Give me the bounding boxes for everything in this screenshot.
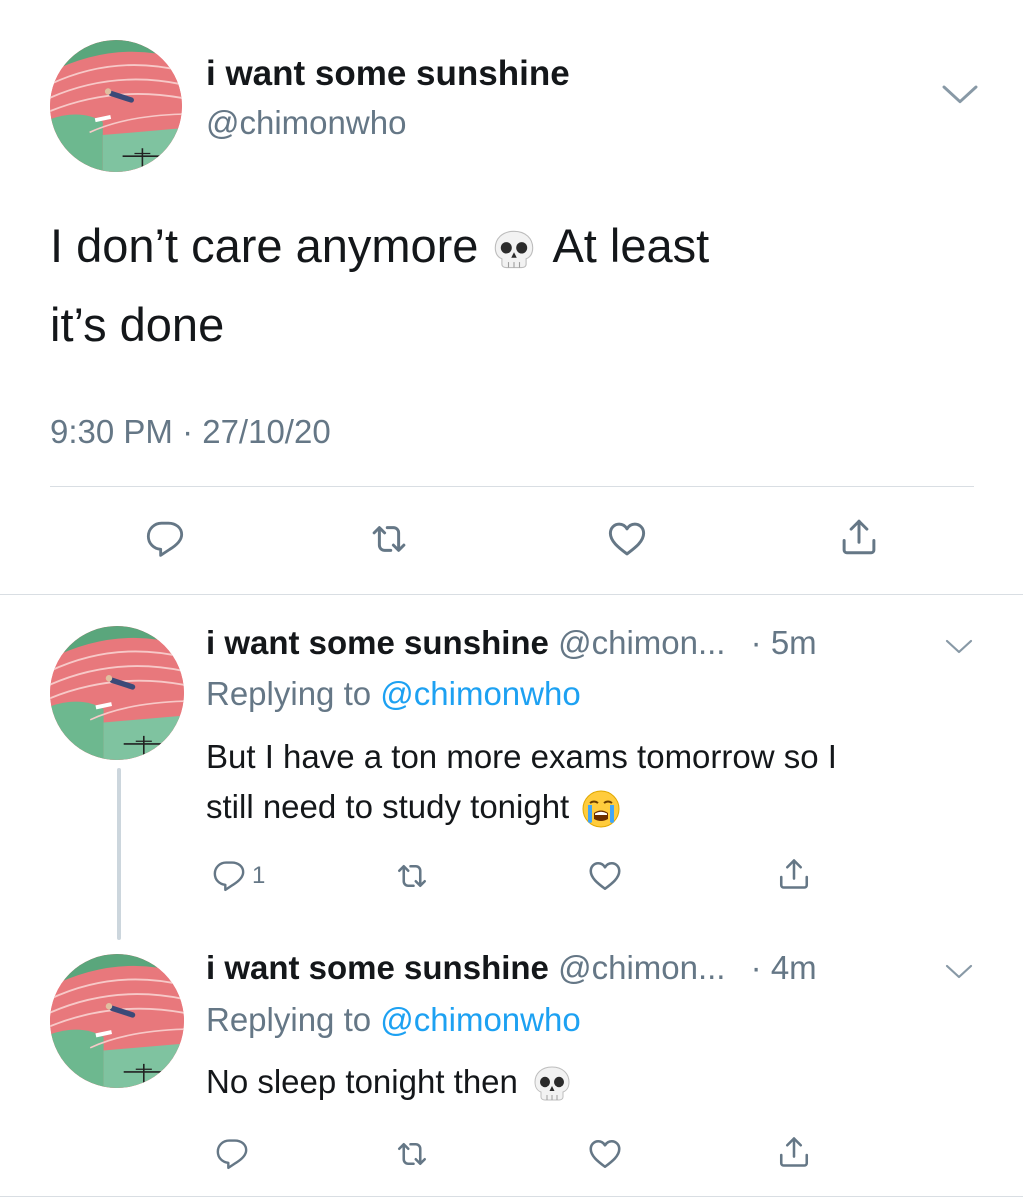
reply-icon <box>145 519 185 559</box>
avatar[interactable] <box>50 40 182 172</box>
retweet-button[interactable] <box>392 1134 432 1174</box>
tweet-time: · 4m <box>750 949 817 986</box>
share-button[interactable] <box>834 512 884 562</box>
avatar[interactable] <box>50 954 184 1088</box>
like-icon <box>587 1136 623 1172</box>
share-icon <box>776 856 812 892</box>
handle[interactable]: @chimonwho <box>206 102 406 144</box>
reply-button[interactable] <box>140 514 190 564</box>
like-button[interactable] <box>602 514 652 564</box>
avatar[interactable] <box>50 626 184 760</box>
tweet-time: · 5m <box>750 624 817 661</box>
tweet-header: i want some sunshine @chimon... · 4m <box>206 947 817 989</box>
tweet-header: i want some sunshine @chimon... · 5m <box>206 622 817 664</box>
mention-link[interactable]: @chimonwho <box>380 675 580 712</box>
skull-emoji-icon <box>532 1064 572 1104</box>
reply-button[interactable] <box>212 1134 252 1174</box>
tweet-text-part: I don’t care anymore <box>50 219 479 272</box>
thread-connector <box>117 768 121 940</box>
retweet-icon <box>394 858 430 894</box>
reply-count: 1 <box>252 862 266 889</box>
bottom-divider <box>0 1196 1023 1197</box>
chevron-down-icon[interactable] <box>944 961 974 983</box>
tweet-text: I don’t care anymore At least it’s done <box>50 206 950 364</box>
divider <box>50 486 974 487</box>
retweet-button[interactable] <box>392 856 432 896</box>
replying-prefix: Replying to <box>206 1001 372 1038</box>
tweet-text-part: No sleep tonight then <box>206 1063 518 1100</box>
tweet-text-part: At least <box>552 219 710 272</box>
chevron-down-icon[interactable] <box>940 80 980 110</box>
replying-prefix: Replying to <box>206 675 372 712</box>
timestamp[interactable]: 9:30 PM · 27/10/20 <box>50 410 331 454</box>
reply-icon <box>212 859 246 893</box>
tweet-text: No sleep tonight then <box>206 1057 986 1107</box>
share-button[interactable] <box>774 1132 814 1172</box>
share-icon <box>838 516 880 558</box>
retweet-icon <box>394 1136 430 1172</box>
replying-to: Replying to @chimonwho <box>206 673 581 715</box>
like-icon <box>606 518 648 560</box>
retweet-icon <box>368 518 410 560</box>
mention-link[interactable]: @chimonwho <box>380 1001 580 1038</box>
tweet-text-part: it’s done <box>50 298 225 351</box>
handle[interactable]: @chimon... <box>558 949 725 986</box>
display-name[interactable]: i want some sunshine <box>206 52 570 96</box>
skull-emoji-icon <box>492 228 536 272</box>
share-button[interactable] <box>774 854 814 894</box>
reply-icon <box>215 1137 249 1171</box>
tweet-text-part: still need to study tonight <box>206 788 570 825</box>
display-name[interactable]: i want some sunshine <box>206 624 549 661</box>
display-name[interactable]: i want some sunshine <box>206 949 549 986</box>
handle[interactable]: @chimon... <box>558 624 725 661</box>
retweet-button[interactable] <box>364 514 414 564</box>
like-button[interactable] <box>585 1134 625 1174</box>
share-icon <box>776 1134 812 1170</box>
crying-face-emoji-icon <box>581 789 621 829</box>
like-icon <box>587 858 623 894</box>
like-button[interactable] <box>585 856 625 896</box>
reply-button[interactable]: 1 <box>212 856 282 896</box>
chevron-down-icon[interactable] <box>944 636 974 658</box>
tweet-text-part: But I have a ton more exams tomorrow so … <box>206 738 837 775</box>
replying-to: Replying to @chimonwho <box>206 999 581 1041</box>
tweet-text: But I have a ton more exams tomorrow so … <box>206 732 986 832</box>
section-divider <box>0 594 1023 595</box>
